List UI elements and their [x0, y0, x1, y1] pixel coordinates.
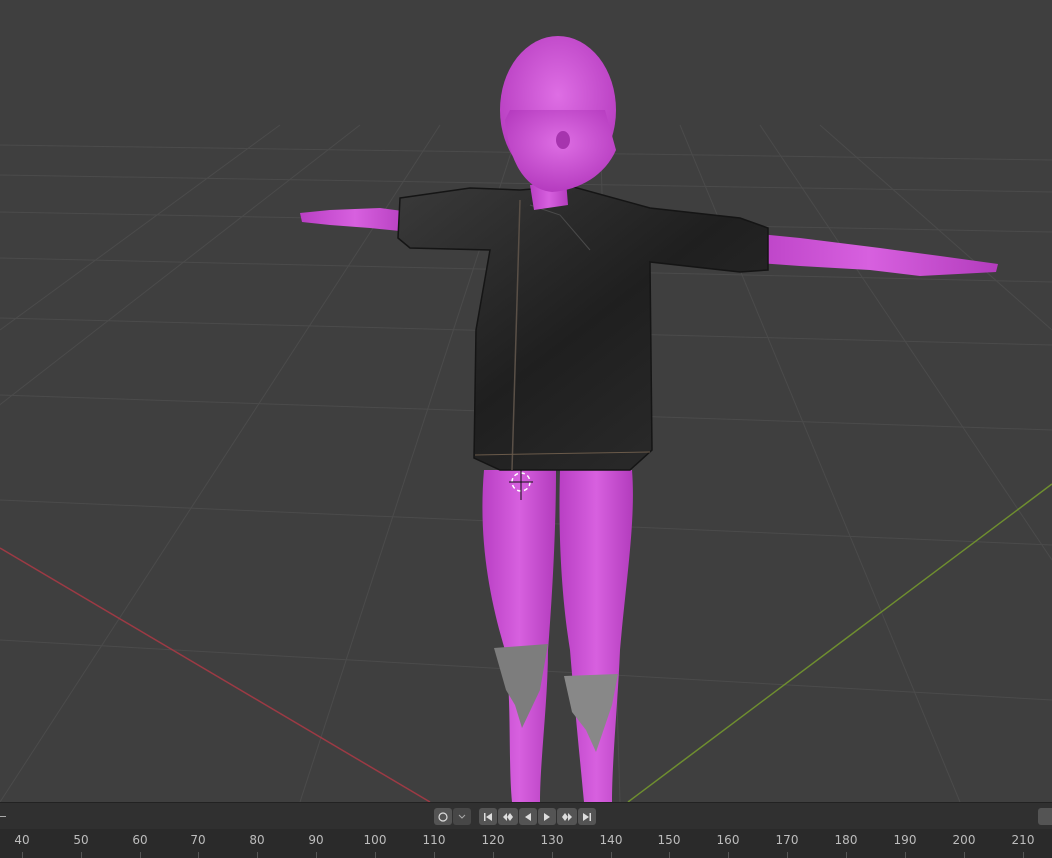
- ruler-label: 120: [481, 833, 505, 847]
- ruler-label: 70: [190, 833, 206, 847]
- previous-keyframe-icon[interactable]: [498, 808, 518, 825]
- ruler-tick: [846, 852, 847, 858]
- timeline-options-button[interactable]: [1038, 808, 1052, 825]
- y-axis-line: [627, 483, 1052, 802]
- ruler-tick: [787, 852, 788, 858]
- ruler-label: 110: [422, 833, 446, 847]
- ruler-label: 80: [249, 833, 265, 847]
- 3d-viewport[interactable]: [0, 0, 1052, 802]
- ruler-label: 180: [834, 833, 858, 847]
- next-keyframe-icon[interactable]: [557, 808, 577, 825]
- play-reverse-icon[interactable]: [519, 808, 537, 825]
- ruler-label: 210: [1011, 833, 1035, 847]
- ruler-label: 150: [657, 833, 681, 847]
- ruler-label: 40: [14, 833, 30, 847]
- ruler-tick: [22, 852, 23, 858]
- ruler-label: 130: [540, 833, 564, 847]
- ruler-tick: [905, 852, 906, 858]
- record-circle-icon[interactable]: [434, 808, 452, 825]
- viewport-scene: [0, 36, 1052, 802]
- timeline-header: [0, 802, 1052, 829]
- frame-ruler[interactable]: 40 50 60 70 80 90 100 110 120 130 140 15…: [0, 829, 1052, 858]
- x-axis-line: [0, 547, 431, 802]
- ruler-label: 100: [363, 833, 387, 847]
- ruler-label: 140: [599, 833, 623, 847]
- ruler-tick: [728, 852, 729, 858]
- jump-to-start-icon[interactable]: [479, 808, 497, 825]
- ruler-label: 200: [952, 833, 976, 847]
- ruler-tick: [316, 852, 317, 858]
- ruler-tick: [964, 852, 965, 858]
- timeline-left-marker: [0, 816, 6, 817]
- ruler-label: 90: [308, 833, 324, 847]
- ruler-tick: [493, 852, 494, 858]
- ruler-tick: [669, 852, 670, 858]
- ruler-tick: [611, 852, 612, 858]
- ruler-tick: [552, 852, 553, 858]
- jump-to-end-icon[interactable]: [578, 808, 596, 825]
- ruler-tick: [257, 852, 258, 858]
- play-icon[interactable]: [538, 808, 556, 825]
- ruler-tick: [375, 852, 376, 858]
- ruler-tick: [1023, 852, 1024, 858]
- ruler-tick: [140, 852, 141, 858]
- ruler-label: 190: [893, 833, 917, 847]
- ruler-label: 50: [73, 833, 89, 847]
- ruler-tick: [198, 852, 199, 858]
- ruler-label: 160: [716, 833, 740, 847]
- ruler-label: 60: [132, 833, 148, 847]
- chevron-down-icon[interactable]: [453, 808, 471, 825]
- ruler-tick: [434, 852, 435, 858]
- ruler-tick: [81, 852, 82, 858]
- ruler-label: 170: [775, 833, 799, 847]
